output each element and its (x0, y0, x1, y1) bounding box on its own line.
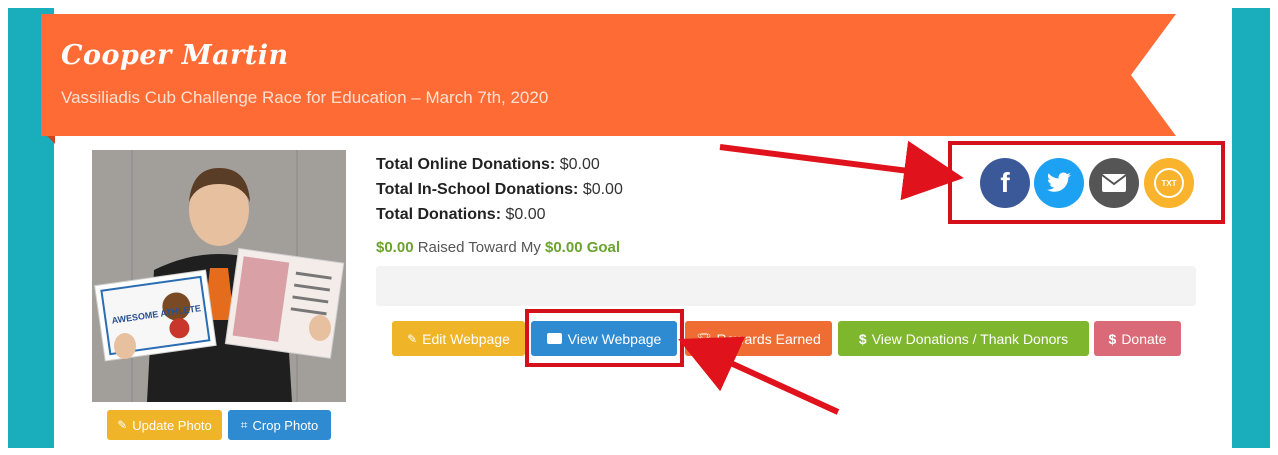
goal-amount: $0.00 Goal (545, 239, 621, 256)
online-donations-row: Total Online Donations: $0.00 (376, 152, 623, 177)
crop-photo-label: Crop Photo (252, 417, 319, 433)
update-photo-button[interactable]: ✎ Update Photo (107, 410, 222, 440)
rewards-earned-label: Rewards Earned (716, 330, 821, 347)
banner-shape (41, 14, 1176, 136)
total-donations-label: Total Donations: (376, 206, 502, 223)
dollar-icon: $ (858, 330, 867, 347)
crop-icon: ⌗ (240, 417, 248, 432)
online-donations-value: $0.00 (559, 156, 600, 173)
total-donations-row: Total Donations: $0.00 (376, 202, 623, 227)
school-donations-label: Total In-School Donations: (376, 181, 579, 198)
school-donations-value: $0.00 (582, 181, 623, 198)
profile-photo-image: AWESOME ATHLETE (92, 150, 346, 402)
donate-label: Donate (1121, 330, 1167, 347)
total-donations-value: $0.00 (505, 206, 546, 223)
goal-middle-text: Raised Toward My (417, 239, 541, 256)
donate-button[interactable]: $ Donate (1094, 321, 1181, 356)
participant-name: Cooper Martin (61, 40, 289, 71)
edit-webpage-button[interactable]: ✎ Edit Webpage (392, 321, 525, 356)
update-photo-label: Update Photo (132, 417, 212, 433)
view-donations-button[interactable]: $ View Donations / Thank Donors (838, 321, 1089, 356)
crop-photo-button[interactable]: ⌗ Crop Photo (228, 410, 331, 440)
raised-amount: $0.00 (376, 239, 414, 256)
goal-summary: $0.00 Raised Toward My $0.00 Goal (376, 239, 620, 256)
school-donations-row: Total In-School Donations: $0.00 (376, 177, 623, 202)
event-title: Vassiliadis Cub Challenge Race for Educa… (61, 88, 549, 107)
view-donations-label: View Donations / Thank Donors (871, 330, 1069, 347)
rewards-earned-button[interactable]: 🏆︎ Rewards Earned (685, 321, 832, 356)
donation-stats: Total Online Donations: $0.00 Total In-S… (376, 152, 623, 227)
dollar-icon: $ (1108, 330, 1117, 347)
profile-photo: AWESOME ATHLETE (92, 150, 346, 402)
page-background-right (1232, 8, 1270, 448)
profile-banner: Cooper Martin Vassiliadis Cub Challenge … (41, 14, 1176, 136)
pencil-icon: ✎ (407, 331, 418, 346)
view-webpage-highlight-box (525, 309, 684, 367)
trophy-icon: 🏆︎ (696, 331, 712, 346)
share-highlight-box (948, 141, 1225, 224)
goal-progress-bar (376, 266, 1196, 306)
edit-webpage-label: Edit Webpage (422, 330, 510, 347)
pencil-icon: ✎ (117, 418, 128, 432)
online-donations-label: Total Online Donations: (376, 156, 556, 173)
page-top-strip (8, 0, 1270, 8)
